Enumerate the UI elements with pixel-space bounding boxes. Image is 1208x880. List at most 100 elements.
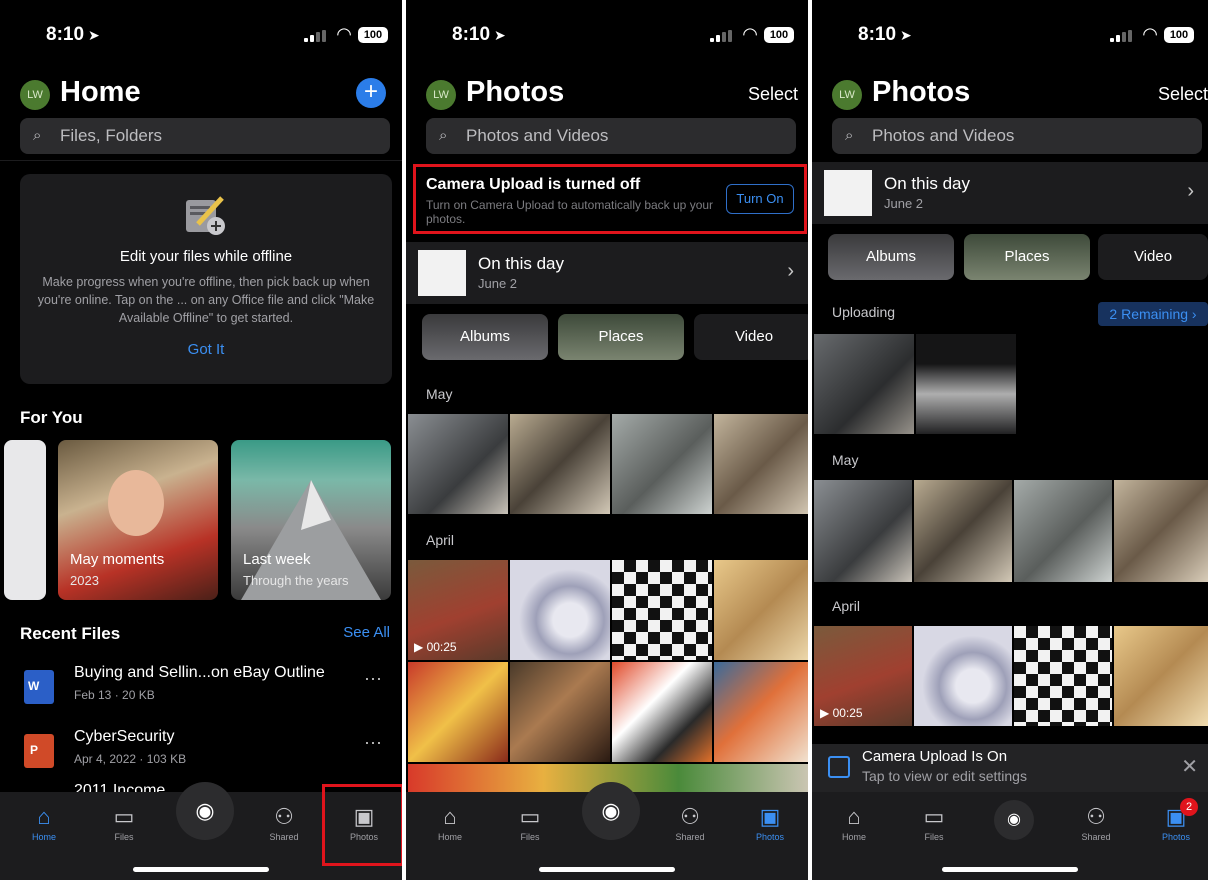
card-subtitle: 2023	[70, 573, 99, 588]
month-header: May	[426, 386, 453, 402]
tab-home[interactable]: ⌂ Home	[420, 804, 480, 842]
tab-files[interactable]: ▭ Files	[500, 804, 560, 842]
remaining-button[interactable]: 2 Remaining ›	[1098, 302, 1208, 326]
on-this-day-date: June 2	[478, 276, 518, 291]
battery-icon: 100	[764, 27, 794, 43]
for-you-card-last-week[interactable]: Last week Through the years	[231, 440, 391, 600]
for-you-card-doc[interactable]	[4, 440, 46, 600]
for-you-card-may-moments[interactable]: May moments 2023	[58, 440, 218, 600]
photo-tile[interactable]	[612, 662, 712, 762]
places-pill[interactable]: Places	[964, 234, 1090, 280]
photo-tile[interactable]	[1014, 480, 1112, 582]
video-tile[interactable]: ▶ 00:25	[814, 626, 912, 726]
select-button[interactable]: Select	[748, 84, 798, 105]
photo-tile[interactable]	[612, 414, 712, 514]
tab-photos[interactable]: ▣ Photos 2	[1146, 798, 1206, 842]
got-it-button[interactable]: Got It	[20, 341, 392, 358]
camera-button[interactable]: ◉	[176, 782, 234, 840]
photo-tile[interactable]	[408, 414, 508, 514]
photo-tile[interactable]	[408, 662, 508, 762]
video-pill[interactable]: Video	[1098, 234, 1208, 280]
camera-button[interactable]: ◉	[582, 782, 640, 840]
albums-pill[interactable]: Albums	[422, 314, 548, 360]
file-meta: Feb 13 · 20 KB	[74, 688, 155, 702]
video-tile[interactable]: ▶ 00:25	[408, 560, 508, 660]
duration-text: 00:25	[832, 706, 863, 720]
photo-tile[interactable]	[914, 480, 1012, 582]
card-title: May moments	[70, 551, 165, 568]
tab-label: Files	[520, 832, 540, 842]
tab-shared[interactable]: ⚇ Shared	[660, 804, 720, 842]
tab-shared[interactable]: ⚇ Shared	[254, 804, 314, 842]
photo-tile[interactable]	[714, 662, 808, 762]
tab-label: Home	[31, 832, 56, 842]
on-this-day-title: On this day	[478, 254, 564, 273]
toast-title: Camera Upload Is On	[862, 748, 1008, 765]
camera-upload-toast[interactable]: Camera Upload Is On Tap to view or edit …	[812, 744, 1208, 792]
location-arrow-icon: ➤	[494, 27, 506, 43]
battery-icon: 100	[358, 27, 388, 43]
for-you-heading: For You	[20, 408, 83, 427]
tab-files[interactable]: ▭ Files	[904, 804, 964, 842]
file-row[interactable]: W Buying and Sellin...on eBay Outline Fe…	[0, 658, 402, 718]
photo-tile[interactable]	[612, 560, 712, 660]
search-input[interactable]: ⌕ Photos and Videos	[832, 118, 1202, 154]
home-indicator	[133, 867, 269, 872]
close-icon[interactable]: ✕	[1181, 754, 1198, 779]
camera-icon: ◉	[1007, 811, 1021, 828]
avatar[interactable]: LW	[20, 80, 50, 110]
photo-tile[interactable]	[1114, 626, 1208, 726]
people-icon: ⚇	[1086, 804, 1106, 829]
search-input[interactable]: ⌕ Photos and Videos	[426, 118, 796, 154]
photo-tile[interactable]	[814, 480, 912, 582]
photo-tile[interactable]	[510, 560, 610, 660]
home-indicator	[942, 867, 1078, 872]
people-icon: ⚇	[274, 804, 294, 829]
tab-home[interactable]: ⌂ Home	[824, 804, 884, 842]
offline-edit-icon	[182, 192, 230, 238]
photo-tile[interactable]	[1014, 626, 1112, 726]
tab-files[interactable]: ▭ Files	[94, 804, 154, 842]
uploading-tile[interactable]	[916, 334, 1016, 434]
tab-label: Files	[924, 832, 944, 842]
tab-label: Shared	[1081, 832, 1111, 842]
tab-photos[interactable]: ▣ Photos	[740, 804, 800, 842]
albums-pill[interactable]: Albums	[828, 234, 954, 280]
more-icon[interactable]: ···	[364, 732, 382, 753]
battery-icon: 100	[1164, 27, 1194, 43]
avatar[interactable]: LW	[426, 80, 456, 110]
person-photo	[108, 470, 164, 536]
photo-tile[interactable]	[714, 560, 808, 660]
photo-tile[interactable]	[714, 414, 808, 514]
card-title: Last week	[243, 551, 311, 568]
photo-tile[interactable]	[510, 662, 610, 762]
video-pill[interactable]: Video	[694, 314, 808, 360]
duration-text: 00:25	[426, 640, 457, 654]
avatar[interactable]: LW	[832, 80, 862, 110]
status-bar: 8:10 ➤ ◠ 100	[0, 22, 402, 50]
tab-label: Home	[841, 832, 866, 842]
divider	[0, 160, 402, 161]
tab-shared[interactable]: ⚇ Shared	[1066, 804, 1126, 842]
home-icon: ⌂	[37, 804, 51, 829]
search-input[interactable]: ⌕ Files, Folders	[20, 118, 390, 154]
places-pill[interactable]: Places	[558, 314, 684, 360]
file-row[interactable]: P CyberSecurity Apr 4, 2022 · 103 KB ···	[0, 722, 402, 782]
on-this-day-date: June 2	[884, 196, 924, 211]
photo-tile[interactable]	[1114, 480, 1208, 582]
select-button[interactable]: Select	[1158, 84, 1208, 105]
powerpoint-icon: P	[24, 734, 54, 768]
on-this-day-row[interactable]: On this day June 2 ›	[812, 162, 1208, 224]
camera-button[interactable]: ◉	[994, 800, 1034, 840]
see-all-link[interactable]: See All	[343, 624, 390, 641]
tab-bar: ⌂ Home ▭ Files ◉ ⚇ Shared ▣ Photos	[406, 782, 808, 880]
add-button[interactable]: +	[356, 78, 386, 108]
on-this-day-row[interactable]: On this day June 2 ›	[406, 242, 808, 304]
tab-home[interactable]: ⌂ Home	[14, 804, 74, 842]
more-icon[interactable]: ···	[364, 668, 382, 689]
photo-tile[interactable]	[510, 414, 610, 514]
word-icon: W	[24, 670, 54, 704]
uploading-tile[interactable]	[814, 334, 914, 434]
camera-icon: ◉	[195, 798, 215, 823]
photo-tile[interactable]	[914, 626, 1012, 726]
